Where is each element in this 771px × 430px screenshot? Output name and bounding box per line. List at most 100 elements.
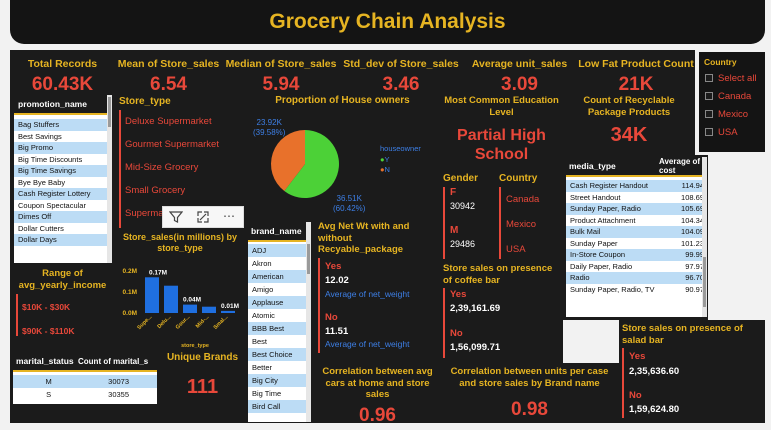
avg-cost-cell: 114.94 (681, 181, 704, 190)
column-header-marital-count[interactable]: Count of marital_s (78, 357, 157, 366)
media-table: media_type Average of cost Cash Register… (566, 157, 707, 317)
brand-item[interactable]: Applause (248, 296, 311, 309)
bar-1[interactable] (164, 285, 178, 313)
promotion-item[interactable]: Big Time Savings (14, 165, 112, 177)
table-row[interactable]: Product Attachment 104.34 (566, 214, 707, 226)
promotion-item[interactable]: Dollar Days (14, 234, 112, 246)
income-range-card: Range of avg_yearly_income $10K - $30K $… (10, 264, 115, 346)
avg-cost-cell: 96.70 (685, 273, 704, 282)
store-type-item[interactable]: Deluxe Supermarket (125, 110, 219, 133)
promotion-scrollbar[interactable] (107, 95, 112, 263)
store-type-item[interactable]: Mid-Size Grocery (125, 156, 219, 179)
pie-label-y: 36.51K (60.42%) (333, 194, 366, 213)
bar-4[interactable] (221, 310, 235, 313)
brand-scrollbar[interactable] (306, 222, 311, 422)
avg-cost-cell: 104.34 (681, 215, 704, 225)
store-type-item[interactable]: Gourmet Supermarket (125, 133, 219, 156)
table-row[interactable]: Cash Register Handout 114.94 (566, 180, 707, 192)
country-option-mexico[interactable]: Mexico (705, 106, 757, 124)
filter-icon[interactable] (168, 210, 184, 229)
brand-item[interactable]: Better (248, 361, 311, 374)
promotion-item[interactable]: Dimes Off (14, 211, 112, 223)
table-row[interactable]: Bulk Mail 104.09 (566, 226, 707, 238)
income-list: $10K - $30K $90K - $110K (22, 295, 74, 343)
country-option-select-all[interactable]: Select all (705, 70, 757, 88)
legend-item-n[interactable]: ●N (380, 165, 421, 174)
table-row[interactable]: Radio 96.70 (566, 272, 707, 284)
brand-item[interactable]: Best Choice (248, 348, 311, 361)
brand-item[interactable]: ADJ (248, 244, 311, 257)
brand-item[interactable]: Atomic (248, 309, 311, 322)
country-item[interactable]: USA (506, 237, 539, 262)
country-item[interactable]: Mexico (506, 212, 539, 237)
income-item[interactable]: $10K - $30K (22, 295, 74, 319)
store-sales-chart-card: Store_sales(in millions) by store_type 0… (115, 229, 245, 352)
table-row[interactable]: Street Handout 108.69 (566, 191, 707, 203)
gender-key-f: F (450, 187, 457, 198)
brand-item[interactable]: Bird Call (248, 400, 311, 413)
country-option-canada[interactable]: Canada (705, 88, 757, 106)
store-type-item[interactable]: Small Grocery (125, 179, 219, 202)
table-row[interactable]: Sunday Paper, Radio 105.69 (566, 203, 707, 215)
promotion-item[interactable]: Big Promo (14, 142, 112, 154)
salad-no-label: No (629, 390, 642, 401)
table-row[interactable]: Sunday Paper 101.23 (566, 237, 707, 249)
country-list-title: Country (499, 173, 538, 184)
checkbox-icon[interactable] (705, 74, 713, 83)
net-weight-border (318, 258, 320, 353)
brand-item[interactable]: BBB Best (248, 322, 311, 335)
unique-brands-value: 111 (186, 376, 219, 398)
more-options-icon[interactable]: ⋯ (223, 209, 235, 223)
table-row[interactable]: S 30355 (13, 388, 157, 401)
media-scrollbar[interactable] (702, 157, 707, 317)
net-weight-card: Avg Net Wt with and without Recyable_pac… (315, 218, 440, 363)
promotion-item[interactable]: Dollar Cutters (14, 222, 112, 234)
promotion-item[interactable]: Cash Register Lottery (14, 188, 112, 200)
promotion-item[interactable]: Bag Stuffers (14, 119, 112, 131)
country-option-usa[interactable]: USA (705, 124, 757, 142)
coffee-yes-value: 2,39,161.69 (450, 303, 501, 314)
income-item[interactable]: $90K - $110K (22, 319, 74, 343)
promotion-item[interactable]: Bye Bye Baby (14, 176, 112, 188)
kpi-label: Average unit_sales (471, 58, 568, 70)
checkbox-icon[interactable] (705, 92, 713, 101)
table-row[interactable]: Daily Paper, Radio 97.97 (566, 260, 707, 272)
store-type-border (119, 110, 121, 228)
column-header-marital-status[interactable]: marital_status (13, 356, 78, 366)
kpi-card-median-sales: Median of Store_sales 5.94 (222, 50, 340, 95)
checkbox-icon[interactable] (705, 128, 713, 137)
brand-item[interactable]: Best (248, 335, 311, 348)
net-weight-yes-label: Yes (325, 261, 342, 272)
bar-0[interactable] (145, 277, 159, 313)
column-header-media-type[interactable]: media_type (566, 161, 659, 171)
focus-mode-icon[interactable] (196, 210, 210, 229)
gender-value-m: 29486 (450, 239, 476, 249)
promotion-item[interactable]: Big Time Discounts (14, 153, 112, 165)
brand-item[interactable]: Akron (248, 257, 311, 270)
recyclable-value: 34K (610, 124, 648, 146)
kpi-label: Low Fat Product Count (578, 58, 694, 70)
checkbox-icon[interactable] (705, 110, 713, 119)
avg-cost-cell: 104.09 (681, 227, 704, 236)
table-row[interactable]: M 30073 (13, 375, 157, 388)
country-list-border (499, 187, 501, 259)
store-type-title: Store_type (119, 96, 171, 107)
bar-2[interactable] (183, 304, 197, 313)
legend-item-y[interactable]: ●Y (380, 155, 421, 164)
table-row[interactable]: Sunday Paper, Radio, TV 90.97 (566, 283, 707, 295)
media-type-cell: Product Attachment (570, 215, 636, 225)
kpi-label: Std_dev of Store_sales (343, 58, 459, 70)
promotion-item[interactable]: Best Savings (14, 130, 112, 142)
corr-cars-value: 0.96 (359, 405, 396, 426)
brand-item[interactable]: Big Time (248, 387, 311, 400)
promotion-item[interactable]: Coupon Spectacular (14, 199, 112, 211)
unique-brands-card: Unique Brands 111 (160, 352, 245, 423)
table-row[interactable]: In-Store Coupon 99.99 (566, 249, 707, 261)
bar-3[interactable] (202, 306, 216, 313)
brand-item[interactable]: Amigo (248, 283, 311, 296)
brand-item[interactable]: Big City (248, 374, 311, 387)
country-item[interactable]: Canada (506, 187, 539, 212)
dashboard-canvas: Grocery Chain Analysis Total Records 60.… (0, 0, 771, 430)
column-header-avg-cost[interactable]: Average of cost (659, 157, 707, 175)
brand-item[interactable]: American (248, 270, 311, 283)
